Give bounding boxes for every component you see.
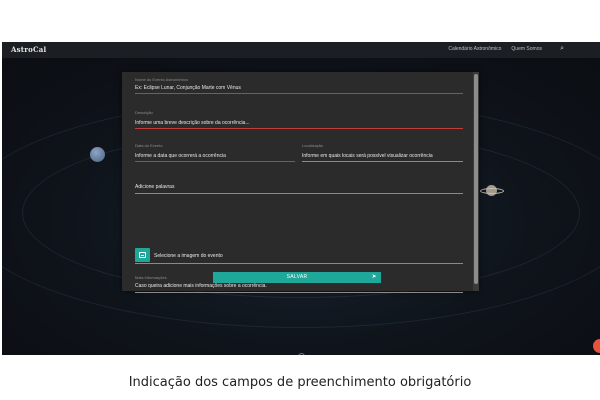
modal-scrollbar-thumb[interactable]: [474, 74, 478, 284]
more-info-input[interactable]: Caso queira adicione mais informações so…: [135, 283, 267, 289]
nav-item-about[interactable]: Quem Somos: [511, 46, 542, 52]
scroll-down-icon[interactable]: ⌄: [298, 353, 305, 355]
description-input[interactable]: Informe uma breve descrição sobre da oco…: [135, 120, 250, 126]
required-underline: [135, 93, 463, 94]
description-field[interactable]: Descrição Informe uma breve descrição so…: [135, 110, 463, 129]
send-icon: ➤: [371, 274, 377, 280]
figure-caption: Indicação dos campos de preenchimento ob…: [128, 375, 472, 390]
location-label: Localização: [302, 143, 324, 148]
required-underline: [135, 161, 295, 162]
location-field[interactable]: Localização Informe em quais locais será…: [302, 143, 463, 162]
event-name-label: Nome do Evento Astronômico: [135, 77, 188, 82]
image-field-underline: [135, 263, 463, 264]
keywords-input[interactable]: Adicione palavras: [135, 184, 174, 190]
image-select-text[interactable]: Selecione a imagem do evento: [154, 253, 223, 259]
date-input[interactable]: Informe a data que ocorrerá a ocorrência: [135, 153, 226, 159]
brand-logo[interactable]: AstroCal: [11, 45, 46, 54]
save-button[interactable]: SALVAR ➤: [213, 272, 381, 283]
image-icon: [139, 252, 146, 258]
event-name-field[interactable]: Nome do Evento Astronômico Ex: Eclipse L…: [135, 77, 463, 94]
field-underline: [302, 161, 463, 162]
date-field[interactable]: Data do Evento Informe a data que ocorre…: [135, 143, 295, 162]
location-input[interactable]: Informe em quais locais será possível vi…: [302, 153, 433, 159]
date-label: Data do Evento: [135, 143, 163, 148]
image-field[interactable]: Selecione a imagem do evento: [154, 253, 463, 263]
upload-image-button[interactable]: [135, 248, 150, 262]
field-underline: [135, 193, 463, 194]
app-screenshot: AstroCal Calendário Astronômico Quem Som…: [2, 42, 600, 355]
save-button-label: SALVAR: [286, 274, 308, 280]
field-underline: [135, 292, 463, 293]
search-icon[interactable]: ⌕: [560, 45, 564, 53]
top-navbar: AstroCal Calendário Astronômico Quem Som…: [2, 42, 600, 58]
nav-item-calendar[interactable]: Calendário Astronômico: [448, 46, 501, 52]
keywords-field[interactable]: Adicione palavras: [135, 183, 463, 194]
nav-links: Calendário Astronômico Quem Somos: [448, 46, 542, 52]
field-underline: [135, 263, 463, 264]
required-underline: [135, 128, 463, 129]
event-name-input[interactable]: Ex: Eclipse Lunar, Conjunção Marte com V…: [135, 85, 241, 91]
floating-action-button[interactable]: [593, 339, 600, 353]
saturn-icon: [480, 185, 504, 197]
more-info-label: Mais Informações: [135, 275, 167, 280]
description-label: Descrição: [135, 110, 153, 115]
planet-icon: [90, 147, 105, 162]
